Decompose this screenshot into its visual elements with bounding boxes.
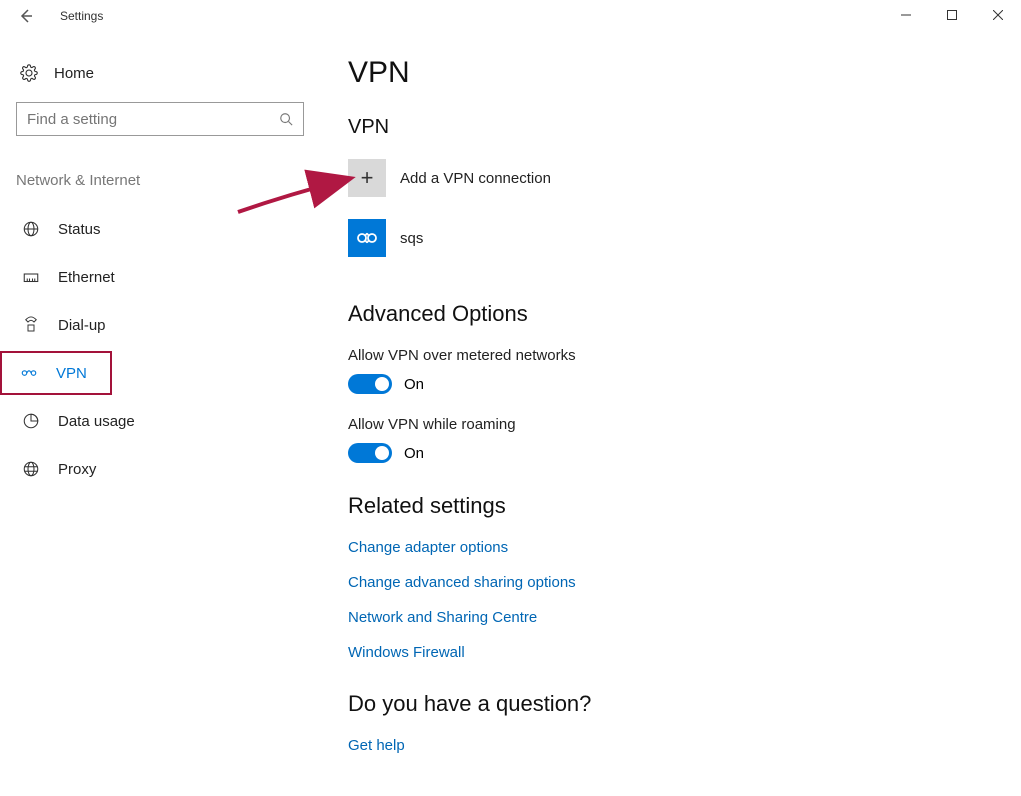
window-controls	[883, 0, 1021, 30]
sidebar-home-label: Home	[54, 65, 94, 82]
sidebar-group-title: Network & Internet	[16, 172, 304, 189]
gear-icon	[20, 64, 38, 82]
roaming-toggle-row: On	[348, 443, 981, 463]
sidebar-item-label: Data usage	[58, 413, 135, 430]
sidebar-item-proxy[interactable]: Proxy	[16, 447, 304, 491]
metered-toggle[interactable]	[348, 374, 392, 394]
ethernet-icon	[22, 268, 40, 286]
link-get-help[interactable]: Get help	[348, 737, 981, 754]
add-vpn-row[interactable]: + Add a VPN connection	[348, 159, 981, 197]
vpn-connection-icon	[355, 226, 379, 250]
vpn-connection-name: sqs	[400, 230, 423, 247]
close-icon	[993, 10, 1003, 20]
question-title: Do you have a question?	[348, 691, 981, 717]
datausage-icon	[22, 412, 40, 430]
related-settings-title: Related settings	[348, 493, 981, 519]
close-button[interactable]	[975, 0, 1021, 30]
back-button[interactable]	[12, 2, 40, 30]
link-network-sharing-centre[interactable]: Network and Sharing Centre	[348, 609, 981, 626]
search-input[interactable]	[27, 111, 279, 128]
vpn-icon	[20, 364, 38, 382]
sidebar-item-label: Proxy	[58, 461, 96, 478]
proxy-icon	[22, 460, 40, 478]
vpn-connection-row[interactable]: sqs	[348, 219, 981, 257]
vpn-connection-tile	[348, 219, 386, 257]
window-title: Settings	[60, 9, 103, 23]
metered-state: On	[404, 376, 424, 393]
sidebar-item-datausage[interactable]: Data usage	[16, 399, 304, 443]
sidebar-item-label: VPN	[56, 365, 87, 382]
link-adapter-options[interactable]: Change adapter options	[348, 539, 981, 556]
back-arrow-icon	[18, 8, 34, 24]
sidebar-item-label: Ethernet	[58, 269, 115, 286]
plus-icon: +	[361, 167, 374, 189]
maximize-icon	[947, 10, 957, 20]
sidebar-item-dialup[interactable]: Dial-up	[16, 303, 304, 347]
status-icon	[22, 220, 40, 238]
minimize-icon	[901, 10, 911, 20]
search-box[interactable]	[16, 102, 304, 136]
sidebar-home[interactable]: Home	[16, 56, 304, 90]
link-windows-firewall[interactable]: Windows Firewall	[348, 644, 981, 661]
metered-toggle-row: On	[348, 374, 981, 394]
add-vpn-tile[interactable]: +	[348, 159, 386, 197]
link-advanced-sharing[interactable]: Change advanced sharing options	[348, 574, 981, 591]
metered-label: Allow VPN over metered networks	[348, 347, 981, 364]
minimize-button[interactable]	[883, 0, 929, 30]
add-vpn-label: Add a VPN connection	[400, 170, 551, 187]
search-icon	[279, 112, 293, 126]
titlebar: Settings	[0, 0, 1021, 32]
vpn-section-title: VPN	[348, 116, 981, 139]
sidebar: Home Network & Internet Status Ethernet	[0, 32, 320, 796]
sidebar-item-label: Status	[58, 221, 101, 238]
roaming-state: On	[404, 445, 424, 462]
dialup-icon	[22, 316, 40, 334]
advanced-options-title: Advanced Options	[348, 301, 981, 327]
content: VPN VPN + Add a VPN connection sqs Advan…	[320, 32, 1021, 796]
sidebar-item-ethernet[interactable]: Ethernet	[16, 255, 304, 299]
page-title: VPN	[348, 56, 981, 90]
roaming-label: Allow VPN while roaming	[348, 416, 981, 433]
roaming-toggle[interactable]	[348, 443, 392, 463]
maximize-button[interactable]	[929, 0, 975, 30]
sidebar-item-vpn[interactable]: VPN	[0, 351, 112, 395]
sidebar-item-status[interactable]: Status	[16, 207, 304, 251]
sidebar-item-label: Dial-up	[58, 317, 106, 334]
